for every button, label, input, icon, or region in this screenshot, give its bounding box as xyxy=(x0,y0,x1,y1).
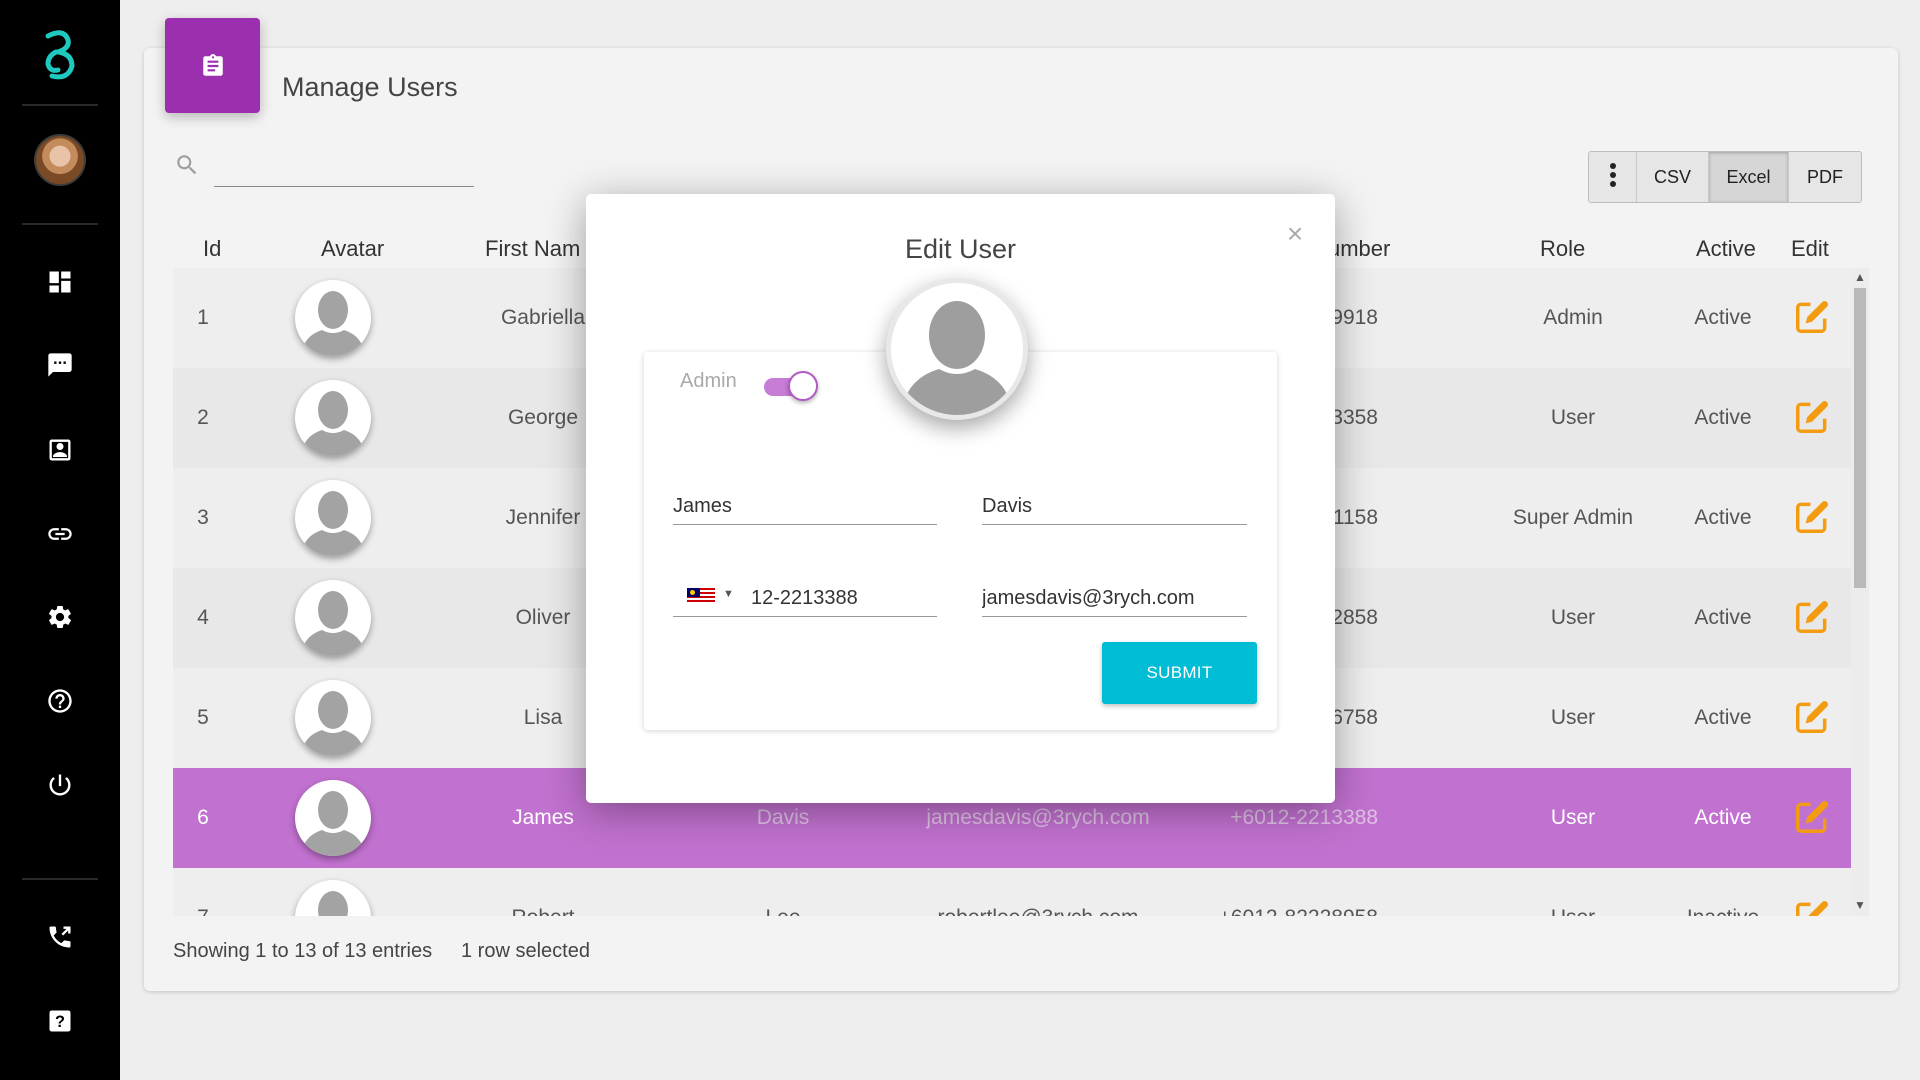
malaysia-flag-icon[interactable] xyxy=(687,588,715,604)
first-name-input[interactable] xyxy=(673,495,937,518)
country-dropdown-icon[interactable]: ▼ xyxy=(723,588,734,600)
phone-input[interactable] xyxy=(751,587,937,610)
first-name-field xyxy=(673,476,937,525)
edit-user-dialog: Edit User × Admin ▼ SUBMIT xyxy=(586,194,1335,803)
admin-toggle-label: Admin xyxy=(680,370,737,392)
email-input[interactable] xyxy=(982,587,1247,610)
edit-user-avatar[interactable] xyxy=(886,278,1028,420)
dialog-title: Edit User xyxy=(904,234,1017,264)
last-name-input[interactable] xyxy=(982,495,1247,518)
last-name-field xyxy=(982,476,1247,525)
close-icon[interactable]: × xyxy=(1283,220,1307,248)
submit-button[interactable]: SUBMIT xyxy=(1102,642,1257,704)
person-placeholder-icon xyxy=(901,301,1013,415)
admin-toggle[interactable] xyxy=(764,369,818,403)
phone-field: ▼ xyxy=(673,568,937,617)
admin-toggle-knob xyxy=(788,371,818,401)
email-field xyxy=(982,568,1247,617)
